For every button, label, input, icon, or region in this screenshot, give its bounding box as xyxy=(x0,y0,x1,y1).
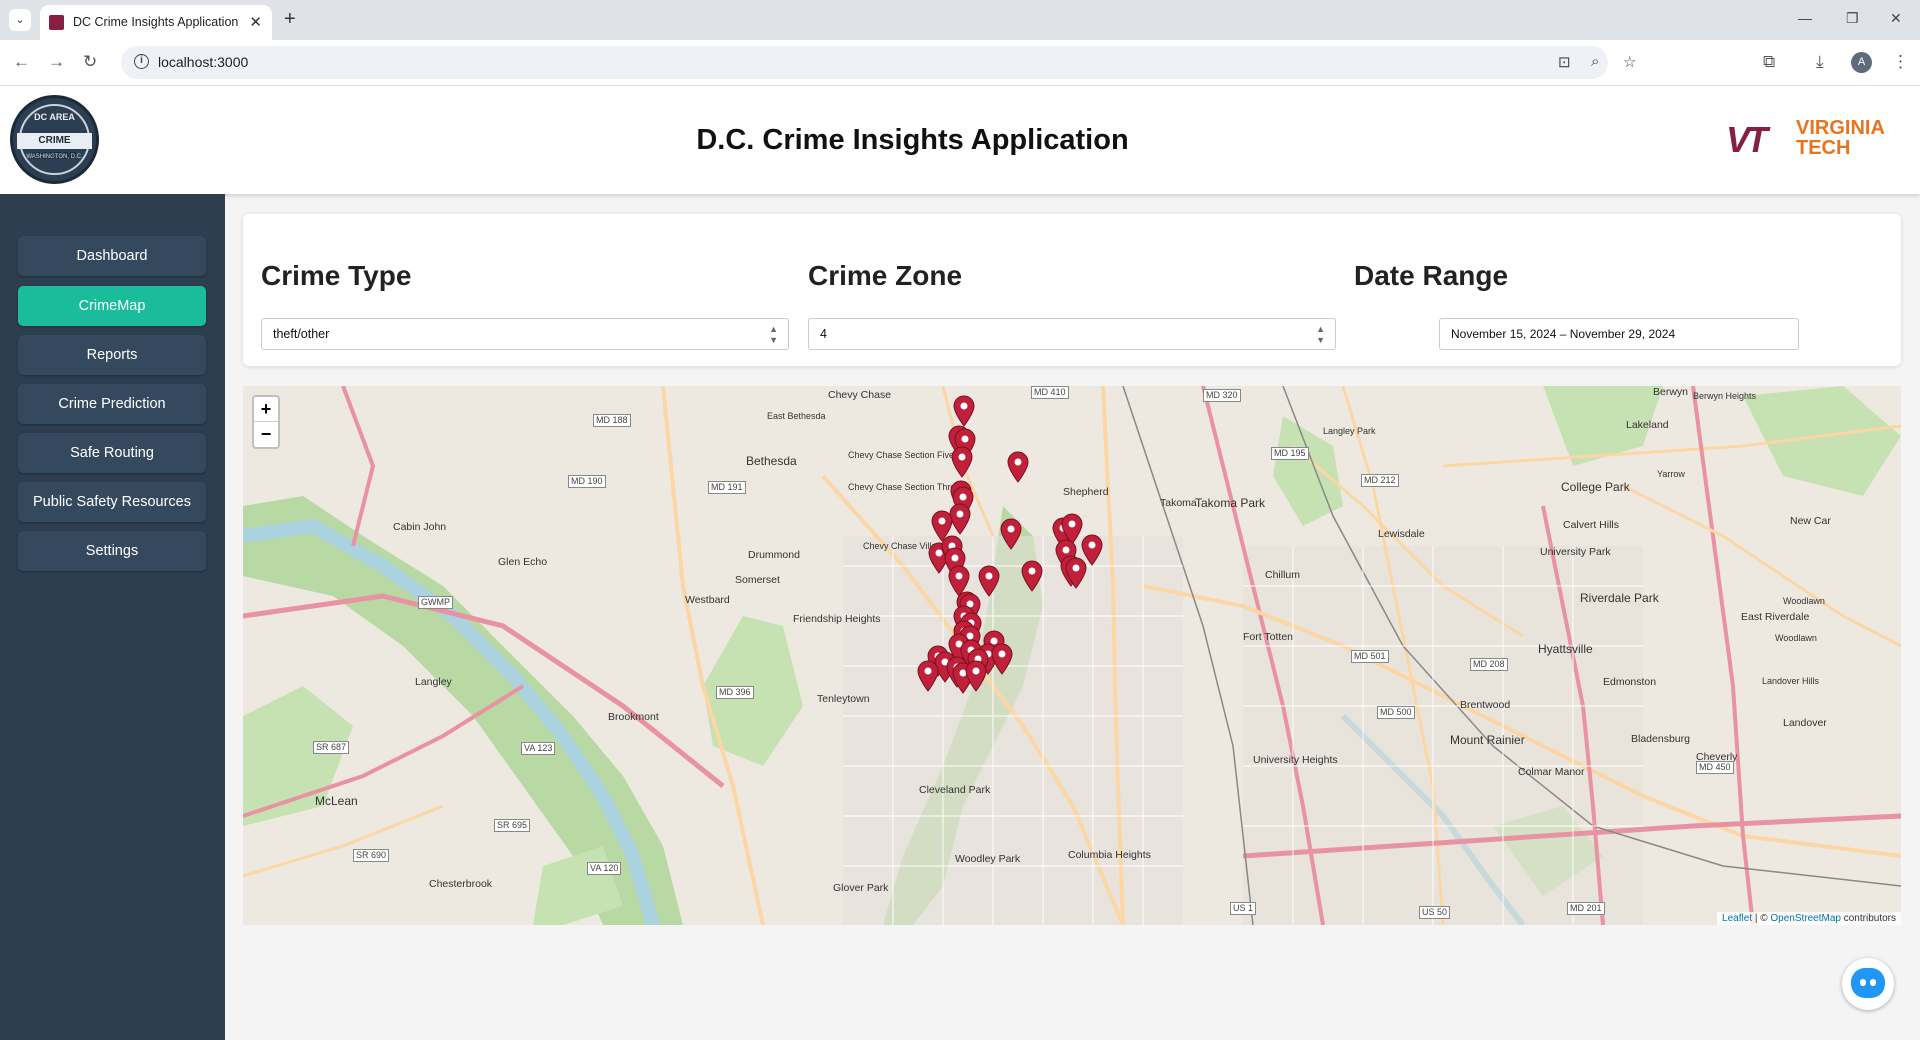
crime-marker[interactable] xyxy=(1021,560,1043,592)
sidebar: Dashboard CrimeMap Reports Crime Predict… xyxy=(0,194,225,1040)
reload-icon[interactable]: ↻ xyxy=(83,52,97,72)
back-icon[interactable]: ← xyxy=(13,52,30,72)
crime-type-label: Crime Type xyxy=(261,260,412,291)
map-attribution: Leaflet | © OpenStreetMap contributors xyxy=(1717,912,1901,925)
browser-menu-icon[interactable]: ⋮ xyxy=(1892,52,1909,72)
virginia-tech-logo: VT VIRGINIA TECH xyxy=(1726,117,1885,160)
zoom-icon[interactable]: ⌕ xyxy=(1591,53,1599,70)
tab-search-chevron-icon[interactable]: ⌄ xyxy=(9,9,31,31)
tab-favicon-icon xyxy=(49,15,64,30)
crime-zone-label: Crime Zone xyxy=(808,260,963,291)
downloads-icon[interactable]: ⤓ xyxy=(1816,52,1824,72)
crime-type-select[interactable]: theft/other ▲ ▼ xyxy=(261,318,789,350)
date-range-input[interactable]: November 15, 2024 – November 29, 2024 xyxy=(1439,318,1799,350)
forward-icon[interactable]: → xyxy=(48,52,65,72)
browser-tab-bar: ⌄ DC Crime Insights Application ✕ + — ❐ … xyxy=(0,0,1920,40)
browser-tab-active[interactable]: DC Crime Insights Application ✕ xyxy=(40,5,272,40)
chatbot-button[interactable] xyxy=(1842,958,1894,1010)
window-close-icon[interactable]: ✕ xyxy=(1890,10,1902,27)
site-info-icon[interactable]: i xyxy=(134,54,149,69)
sidebar-item-safe-routing[interactable]: Safe Routing xyxy=(18,433,206,473)
crime-map[interactable]: Bethesda Chevy Chase East Bethesda Chevy… xyxy=(243,386,1901,925)
crime-marker[interactable] xyxy=(953,395,975,427)
crime-markers-layer xyxy=(917,395,1103,694)
crime-marker[interactable] xyxy=(951,446,973,478)
crime-marker[interactable] xyxy=(978,565,1000,597)
restore-icon[interactable]: ❐ xyxy=(1846,10,1859,27)
sidebar-item-dashboard[interactable]: Dashboard xyxy=(18,236,206,276)
crime-marker[interactable] xyxy=(1000,518,1022,550)
openstreetmap-link[interactable]: OpenStreetMap xyxy=(1770,913,1841,924)
page-title: D.C. Crime Insights Application xyxy=(696,124,1129,156)
sidebar-item-reports[interactable]: Reports xyxy=(18,335,206,375)
app-header: DC AREA CRIME MONTOR WASHINGTON, D.C. D.… xyxy=(0,86,1920,194)
new-tab-icon[interactable]: + xyxy=(284,8,296,31)
sidebar-item-crimemap[interactable]: CrimeMap xyxy=(18,286,206,326)
minimize-icon[interactable]: — xyxy=(1798,10,1812,26)
leaflet-link[interactable]: Leaflet xyxy=(1722,913,1752,924)
crime-marker[interactable] xyxy=(917,660,939,692)
crime-marker[interactable] xyxy=(991,643,1013,675)
crime-marker[interactable] xyxy=(1081,534,1103,566)
crime-marker[interactable] xyxy=(1007,451,1029,483)
install-app-icon[interactable]: ⊡ xyxy=(1558,53,1571,71)
filter-panel: Crime Type theft/other ▲ ▼ Crime Zone 4 ▲… xyxy=(243,214,1901,366)
tab-title: DC Crime Insights Application xyxy=(73,15,239,29)
date-range-label: Date Range xyxy=(1354,260,1509,291)
select-arrows-icon: ▲ ▼ xyxy=(769,324,778,345)
sidebar-item-crime-prediction[interactable]: Crime Prediction xyxy=(18,384,206,424)
browser-toolbar: ← → ↻ i localhost:3000 ⊡ ⌕ ☆ ⧉ ⤓ A ⋮ xyxy=(0,40,1920,86)
zoom-in-button[interactable]: + xyxy=(254,397,278,422)
zoom-control: + − xyxy=(252,395,280,449)
url-text[interactable]: localhost:3000 xyxy=(158,54,248,70)
profile-avatar[interactable]: A xyxy=(1851,52,1872,73)
crime-zone-select[interactable]: 4 ▲ ▼ xyxy=(808,318,1336,350)
bookmark-star-icon[interactable]: ☆ xyxy=(1623,53,1636,71)
tab-close-icon[interactable]: ✕ xyxy=(249,13,262,31)
robot-icon xyxy=(1851,968,1885,998)
zoom-out-button[interactable]: − xyxy=(254,422,278,447)
extensions-icon[interactable]: ⧉ xyxy=(1763,52,1775,72)
select-arrows-icon: ▲ ▼ xyxy=(1316,324,1325,345)
crime-marker[interactable] xyxy=(965,660,987,692)
sidebar-item-settings[interactable]: Settings xyxy=(18,531,206,571)
address-bar[interactable]: i localhost:3000 ⊡ ⌕ ☆ xyxy=(121,46,1636,79)
crime-marker[interactable] xyxy=(948,565,970,597)
crime-marker[interactable] xyxy=(949,503,971,535)
sidebar-item-public-safety-resources[interactable]: Public Safety Resources xyxy=(18,482,206,522)
